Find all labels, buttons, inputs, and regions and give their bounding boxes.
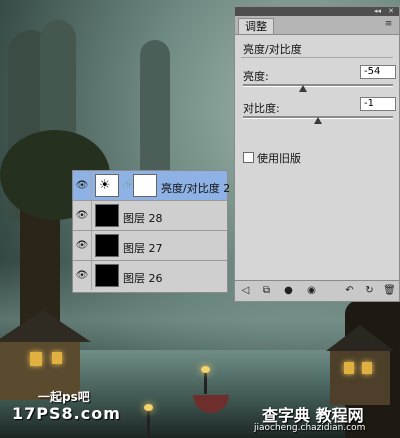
layers-panel: 👁 ☀ 🔗 亮度/对比度 2 👁 图层 28 👁 图层 27 👁 图层 26 — [72, 170, 230, 293]
layer-thumbnail[interactable] — [95, 204, 119, 227]
contrast-slider-thumb[interactable] — [314, 117, 322, 124]
close-icon[interactable]: ✕ — [388, 7, 394, 16]
layer-row-brightness-contrast[interactable]: 👁 ☀ 🔗 亮度/对比度 2 — [73, 171, 230, 201]
divider — [241, 57, 393, 58]
panel-tab-row: 调整 ≡ — [235, 16, 399, 35]
adjustment-layer-thumbnail[interactable]: ☀ — [95, 174, 119, 197]
watermark-left-line2: 17PS8.com — [12, 404, 121, 423]
lamp-post — [201, 366, 210, 394]
collapse-icon[interactable]: ◂◂ — [374, 7, 381, 16]
layer-row[interactable]: 👁 图层 28 — [73, 201, 227, 231]
panel-menu-icon[interactable]: ≡ — [383, 19, 394, 30]
brightness-label: 亮度: — [243, 70, 269, 83]
divider — [91, 261, 92, 290]
panel-titlebar[interactable]: ◂◂ ✕ — [235, 7, 399, 16]
reset-icon[interactable]: ↻ — [363, 284, 376, 297]
contrast-label: 对比度: — [243, 102, 280, 115]
divider — [91, 171, 92, 200]
adjustment-title: 亮度/对比度 — [243, 43, 302, 56]
link-icon[interactable]: 🔗 — [122, 180, 133, 190]
view-previous-icon[interactable]: ↶ — [343, 284, 356, 297]
house-left-window — [52, 352, 62, 364]
layer-row[interactable]: 👁 图层 26 — [73, 261, 227, 291]
adjustments-panel: ◂◂ ✕ 调整 ≡ 亮度/对比度 亮度: -54 对比度: -1 使用旧版 ◁ … — [234, 6, 400, 302]
use-legacy-option[interactable]: 使用旧版 — [243, 150, 301, 166]
house-left-roof — [0, 310, 91, 342]
eye-icon[interactable]: 👁 — [75, 209, 89, 223]
divider — [91, 231, 92, 260]
layer-name[interactable]: 图层 26 — [123, 270, 163, 286]
contrast-value-field[interactable]: -1 — [360, 97, 396, 111]
layer-name[interactable]: 图层 28 — [123, 210, 163, 226]
visibility-icon[interactable]: ● — [282, 284, 295, 297]
house-right-roof — [326, 325, 394, 351]
layer-name[interactable]: 亮度/对比度 2 — [161, 180, 230, 196]
divider — [91, 201, 92, 230]
lamp-post — [144, 404, 153, 438]
use-legacy-label: 使用旧版 — [257, 152, 301, 165]
layer-thumbnail[interactable] — [95, 264, 119, 287]
watermark-left-line1: 一起ps吧 — [38, 390, 90, 404]
adjustments-bottom-toolbar: ◁ ⧉ ● ◉ ↶ ↻ 🗑 — [235, 280, 399, 301]
brightness-contrast-icon: ☀ — [99, 178, 111, 193]
eye-icon[interactable]: 👁 — [75, 239, 89, 253]
house-right — [330, 350, 390, 405]
clip-to-layer-icon[interactable]: ⧉ — [260, 284, 273, 297]
house-right-window — [362, 362, 372, 374]
back-icon[interactable]: ◁ — [239, 284, 252, 297]
delete-icon[interactable]: 🗑 — [383, 284, 396, 297]
layer-thumbnail[interactable] — [95, 234, 119, 257]
use-legacy-checkbox[interactable] — [243, 152, 254, 163]
eye-icon[interactable]: 👁 — [75, 269, 89, 283]
house-right-window — [344, 362, 354, 374]
house-left-window — [30, 352, 42, 366]
layer-name[interactable]: 图层 27 — [123, 240, 163, 256]
brightness-slider-thumb[interactable] — [299, 85, 307, 92]
layer-row[interactable]: 👁 图层 27 — [73, 231, 227, 261]
rock-spire-right — [140, 40, 170, 170]
brightness-value-field[interactable]: -54 — [360, 65, 396, 79]
layer-mask-thumbnail[interactable] — [133, 174, 157, 197]
brightness-slider-track[interactable] — [243, 84, 393, 87]
eye-preview-icon[interactable]: ◉ — [305, 284, 318, 297]
eye-icon[interactable]: 👁 — [75, 179, 89, 193]
watermark-right-line2: jiaocheng.chazidian.com — [254, 423, 366, 433]
tab-adjustments[interactable]: 调整 — [238, 18, 274, 34]
